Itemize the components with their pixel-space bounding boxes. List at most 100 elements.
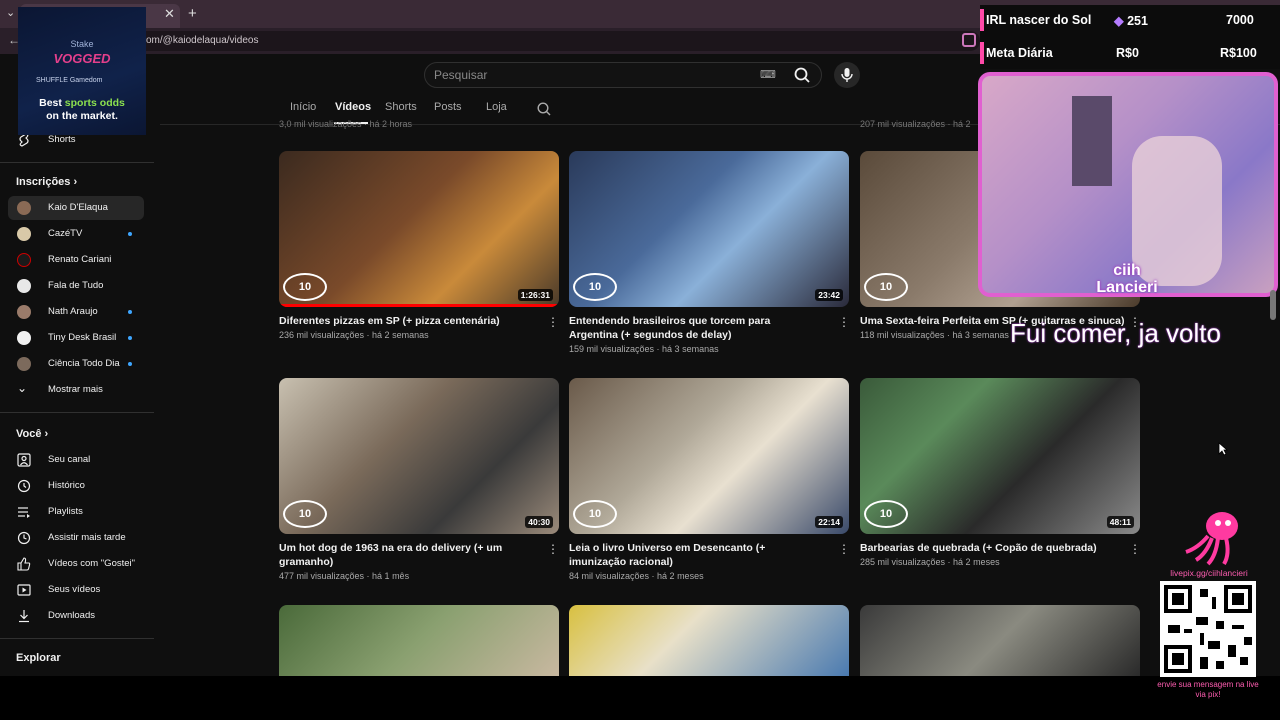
goal-accent-bar <box>980 9 984 31</box>
video-duration: 40:30 <box>525 516 553 528</box>
daily-target: R$100 <box>1220 46 1257 60</box>
sidebar-item-label: Histórico <box>48 480 85 491</box>
sidebar-item-renato-cariani[interactable]: Renato Cariani <box>8 248 144 272</box>
screenshot-icon[interactable] <box>962 33 976 47</box>
tab-list-icon[interactable]: ⌄ <box>6 6 15 19</box>
sidebar-item-nath-araujo[interactable]: Nath Araujo <box>8 300 144 324</box>
sidebar-item-tiny-desk-brasil[interactable]: Tiny Desk Brasil <box>8 326 144 350</box>
tab-shorts[interactable]: Shorts <box>385 101 417 113</box>
ad-tagline-post: on the market. <box>46 110 118 122</box>
video-thumbnail[interactable]: 10 22:14 <box>569 378 849 534</box>
sponsor-ad[interactable]: Stake VOGGED SHUFFLE Gamedom Best sports… <box>18 7 146 135</box>
stream-goals-panel: IRL nascer do Sol ◆ 251 7000 Meta Diária… <box>980 5 1280 69</box>
ad-logo: VOGGED <box>53 51 111 66</box>
sidebar-item-kaio-delaqua[interactable]: Kaio D'Elaqua <box>8 196 144 220</box>
clock-icon <box>17 531 31 545</box>
video-meta: 236 mil visualizações · há 2 semanas <box>279 330 429 340</box>
search-icon <box>537 102 551 116</box>
video-thumbnail[interactable]: 10 1:26:31 <box>279 151 559 307</box>
scrollbar-thumb[interactable] <box>1270 290 1276 320</box>
tab-videos[interactable]: Vídeos <box>335 101 371 113</box>
channel-search-button[interactable] <box>536 101 552 122</box>
voice-search-button[interactable] <box>834 62 860 88</box>
video-duration: 22:14 <box>815 516 843 528</box>
video-thumbnail[interactable] <box>279 605 559 676</box>
more-options-icon[interactable]: ⋮ <box>838 315 850 329</box>
video-duration: 23:42 <box>815 289 843 301</box>
video-views: 477 mil visualizações <box>279 571 365 581</box>
address-bar[interactable]: om/@kaiodelaqua/videos <box>130 31 980 51</box>
sidebar-item-assistir-mais-tarde[interactable]: Assistir mais tarde <box>8 526 144 550</box>
video-views: 285 mil visualizações <box>860 557 946 567</box>
ad-brand: Stake <box>70 39 94 49</box>
video-meta: 118 mil visualizações · há 3 semanas <box>860 330 1009 340</box>
video-thumbnail[interactable] <box>569 605 849 676</box>
video-title[interactable]: Entendendo brasileiros que torcem para A… <box>569 314 819 342</box>
qr-code-graphic <box>1164 585 1252 673</box>
ad-tagline: Best sports odds on the market. <box>18 97 146 123</box>
sidebar-item-label: Mostrar mais <box>48 384 103 395</box>
video-title[interactable]: Um hot dog de 1963 na era do delivery (+… <box>279 541 529 569</box>
sidebar-item-label: Kaio D'Elaqua <box>48 202 108 213</box>
channel-watermark: 10 <box>864 500 908 528</box>
sidebar-show-more[interactable]: ⌄ Mostrar mais <box>8 378 144 402</box>
mic-icon <box>841 68 853 82</box>
daily-current: R$0 <box>1116 46 1139 60</box>
video-thumbnail[interactable]: 10 48:11 <box>860 378 1140 534</box>
video-age: há 1 mês <box>372 571 410 581</box>
more-options-icon[interactable]: ⋮ <box>547 542 559 556</box>
video-thumbnail[interactable] <box>860 605 1140 676</box>
video-title[interactable]: Leia o livro Universo em Desencanto (+ i… <box>569 541 819 569</box>
you-title: Você <box>16 428 42 440</box>
video-views: 118 mil visualizações <box>860 330 945 340</box>
daily-label: Meta Diária <box>986 46 1053 60</box>
mouse-cursor-icon <box>1218 442 1228 456</box>
sidebar: Shorts Inscrições › Kaio D'Elaqua CazéTV… <box>0 54 155 676</box>
sidebar-item-label: Fala de Tudo <box>48 280 104 291</box>
search-button[interactable] <box>784 62 822 88</box>
more-options-icon[interactable]: ⋮ <box>547 315 559 329</box>
channel-watermark: 10 <box>573 273 617 301</box>
sidebar-item-historico[interactable]: Histórico <box>8 474 144 498</box>
video-title[interactable]: Diferentes pizzas em SP (+ pizza centená… <box>279 314 529 328</box>
goal-count-value: 251 <box>1127 14 1148 28</box>
new-content-dot <box>128 336 132 340</box>
chevron-down-icon: ⌄ <box>17 381 28 395</box>
you-heading[interactable]: Você › <box>16 428 48 440</box>
sidebar-item-seus-videos[interactable]: Seus vídeos <box>8 578 144 602</box>
sidebar-item-fala-de-tudo[interactable]: Fala de Tudo <box>8 274 144 298</box>
close-tab-icon[interactable]: ✕ <box>164 6 175 22</box>
sidebar-item-playlists[interactable]: Playlists <box>8 500 144 524</box>
thumbs-up-icon <box>17 557 31 571</box>
video-views: 236 mil visualizações <box>279 330 365 340</box>
sidebar-item-label: Shorts <box>48 134 76 145</box>
sidebar-item-videos-gostei[interactable]: Vídeos com "Gostei" <box>8 552 144 576</box>
video-thumbnail[interactable]: 10 23:42 <box>569 151 849 307</box>
sidebar-item-ciencia-todo-dia[interactable]: Ciência Todo Dia <box>8 352 144 376</box>
keyboard-icon[interactable]: ⌨ <box>760 68 776 81</box>
sidebar-item-label: Assistir mais tarde <box>48 532 126 543</box>
new-content-dot <box>128 362 132 366</box>
new-tab-icon[interactable]: + <box>188 5 197 22</box>
sidebar-item-downloads[interactable]: Downloads <box>8 604 144 628</box>
more-options-icon[interactable]: ⋮ <box>838 542 850 556</box>
subscriptions-heading[interactable]: Inscrições › <box>16 176 77 188</box>
more-options-icon[interactable]: ⋮ <box>1129 542 1141 556</box>
sidebar-item-label: Nath Araujo <box>48 306 98 317</box>
tab-posts[interactable]: Posts <box>434 101 462 113</box>
streamer-name-line2: Lancieri <box>1096 279 1158 296</box>
explore-heading: Explorar <box>16 652 61 664</box>
sidebar-item-cazetv[interactable]: CazéTV <box>8 222 144 246</box>
video-title[interactable]: Barbearias de quebrada (+ Copão de quebr… <box>860 541 1110 555</box>
sidebar-item-seu-canal[interactable]: Seu canal <box>8 448 144 472</box>
avatar <box>17 331 31 345</box>
video-views: 159 mil visualizações <box>569 344 655 354</box>
tab-inicio[interactable]: Início <box>290 101 316 113</box>
video-thumbnail[interactable]: 10 40:30 <box>279 378 559 534</box>
video-meta: 84 mil visualizações · há 2 meses <box>569 571 704 581</box>
ad-tagline-pre: Best <box>39 97 65 109</box>
sidebar-divider <box>0 162 154 163</box>
tab-loja[interactable]: Loja <box>486 101 507 113</box>
watch-progress-bar <box>279 304 559 307</box>
ad-tagline-highlight: sports odds <box>64 97 125 109</box>
